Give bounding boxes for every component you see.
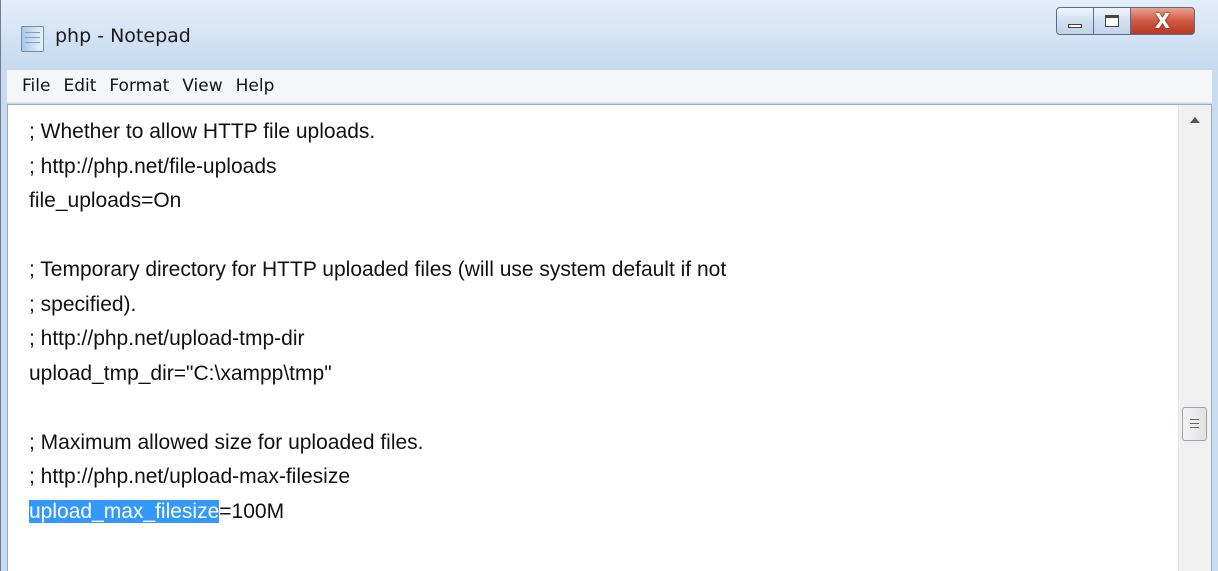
- title-bar[interactable]: php - Notepad X: [1, 0, 1218, 70]
- grip-line: [1190, 419, 1199, 420]
- text-line: ; specified).: [29, 292, 137, 316]
- window-title: php - Notepad: [55, 25, 191, 47]
- text-line: ; Maximum allowed size for uploaded file…: [29, 430, 424, 454]
- text-line: upload_tmp_dir="C:\xampp\tmp": [29, 361, 332, 385]
- menu-help[interactable]: Help: [236, 76, 275, 96]
- scrollbar-thumb[interactable]: [1182, 407, 1207, 441]
- text-line: ; Whether to allow HTTP file uploads.: [29, 120, 376, 143]
- grip-line: [1190, 427, 1199, 428]
- close-icon: X: [1154, 9, 1171, 33]
- vertical-scrollbar[interactable]: [1178, 105, 1211, 571]
- selected-text: upload_max_filesize: [29, 499, 220, 523]
- menu-view[interactable]: View: [182, 76, 222, 96]
- text-line: ; http://php.net/file-uploads: [29, 154, 277, 178]
- minimize-button[interactable]: [1056, 7, 1094, 35]
- maximize-icon: [1105, 15, 1119, 27]
- grip-line: [1190, 423, 1199, 424]
- text-line: [29, 219, 1171, 254]
- text-line: [29, 391, 1171, 426]
- text-line: ; Temporary directory for HTTP uploaded …: [29, 258, 727, 281]
- maximize-button[interactable]: [1094, 7, 1131, 35]
- notepad-icon[interactable]: [21, 26, 44, 52]
- text-line: file_uploads=On: [29, 189, 182, 212]
- caption-buttons: X: [1056, 7, 1195, 37]
- notepad-window: php - Notepad X File Edit Format View He…: [0, 0, 1218, 571]
- menu-format[interactable]: Format: [109, 76, 169, 96]
- editor-text[interactable]: ; Whether to allow HTTP file uploads. ; …: [29, 115, 1171, 529]
- scroll-up-icon[interactable]: [1190, 117, 1200, 123]
- close-button[interactable]: X: [1131, 7, 1195, 35]
- text-line: ; http://php.net/upload-max-filesize: [29, 465, 351, 488]
- menu-file[interactable]: File: [22, 76, 50, 96]
- unselected-text: =100M: [219, 499, 285, 523]
- menu-edit[interactable]: Edit: [63, 76, 96, 96]
- text-line-selected: upload_max_filesize=100M: [29, 495, 1171, 530]
- text-line: ; http://php.net/upload-tmp-dir: [29, 327, 305, 350]
- menu-bar: File Edit Format View Help: [7, 70, 1212, 103]
- minimize-icon: [1068, 24, 1082, 28]
- text-editor[interactable]: ; Whether to allow HTTP file uploads. ; …: [7, 104, 1212, 571]
